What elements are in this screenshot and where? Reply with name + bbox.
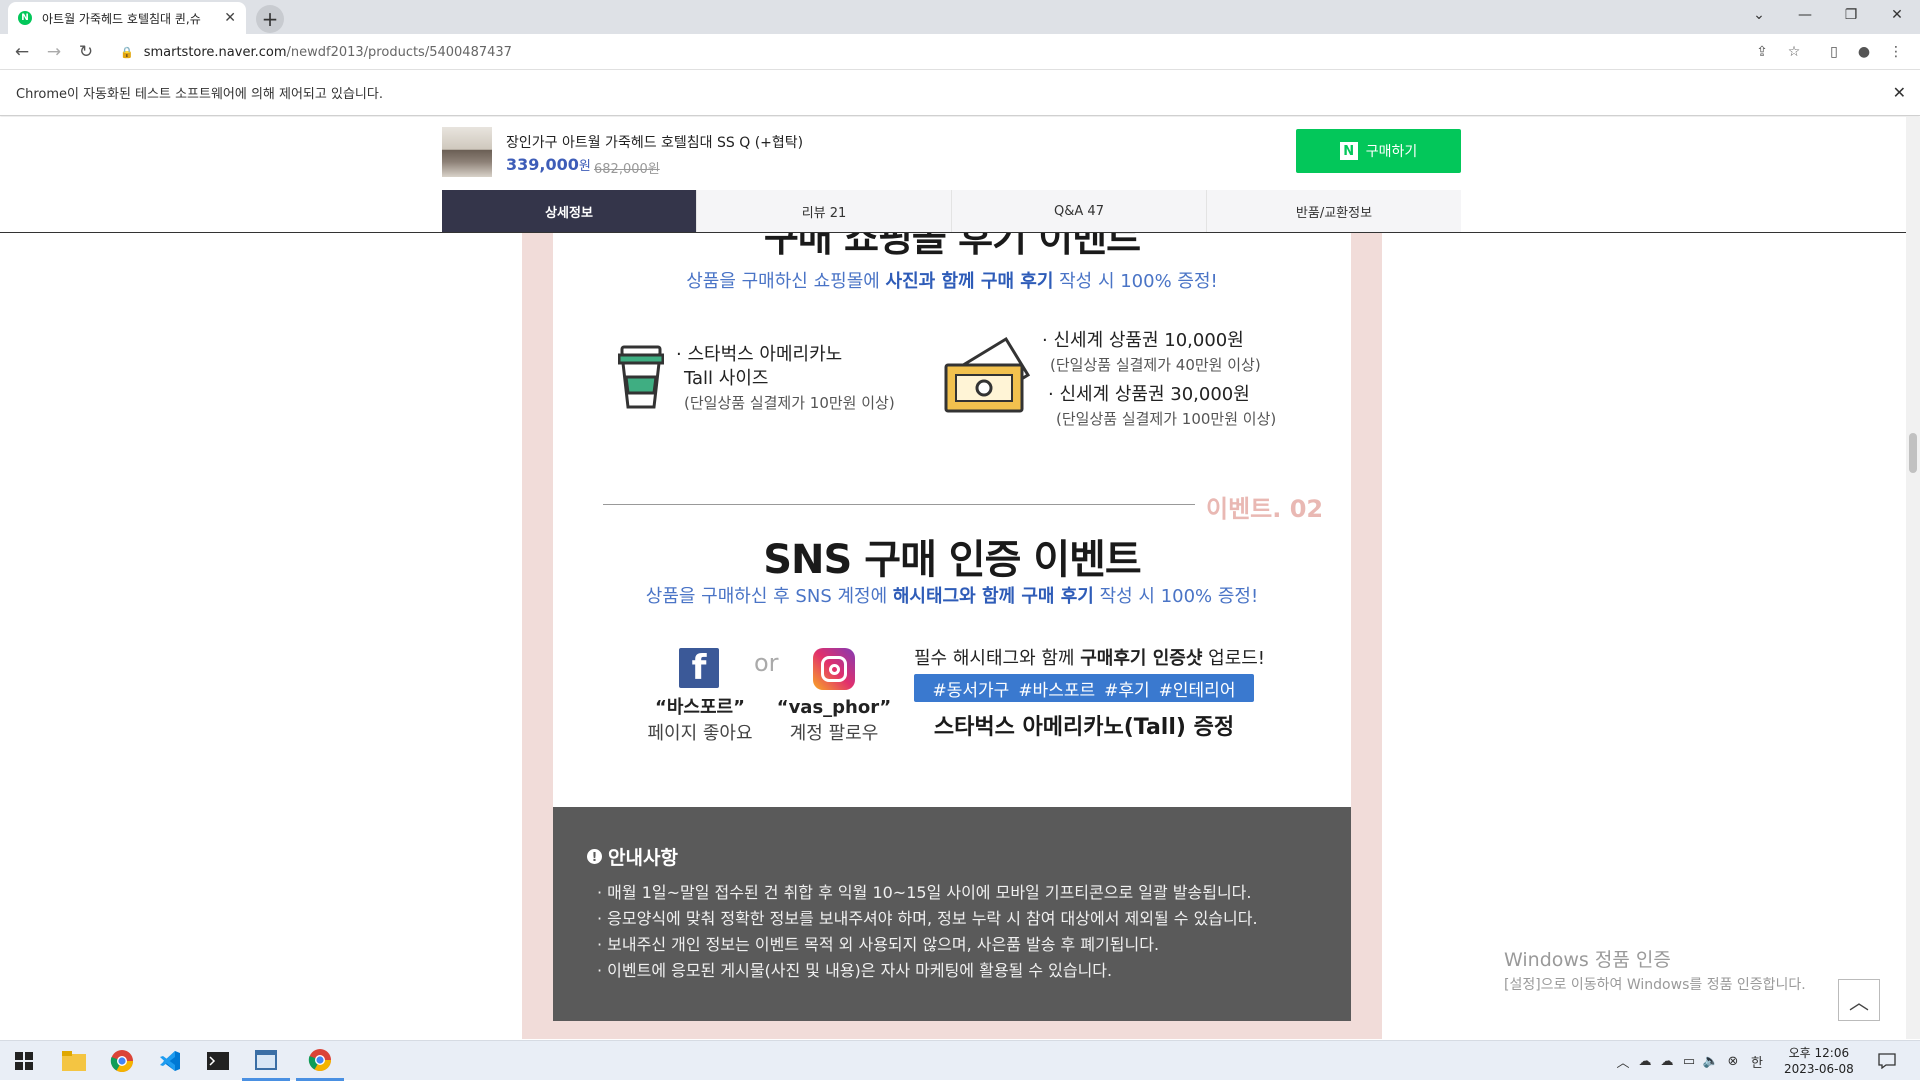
hashtag: #인테리어 [1158,680,1236,701]
info-icon: ! [587,849,602,864]
url-path: /newdf2013/products/5400487437 [286,44,512,60]
taskbar-clock[interactable]: 오후 12:06 2023-06-08 [1784,1045,1854,1077]
restore-button[interactable]: ❐ [1828,0,1874,30]
system-tray: ︿ ☁ ☁ ▭ 🔈 ⊗ 한 [1612,1041,1770,1081]
facebook-icon: f [679,648,719,688]
chrome-icon[interactable] [98,1041,146,1081]
vscode-icon[interactable] [146,1041,194,1081]
reload-button[interactable]: ↻ [74,40,98,64]
windows-taskbar: ︿ ☁ ☁ ▭ 🔈 ⊗ 한 오후 12:06 2023-06-08 [0,1040,1920,1081]
url-domain: smartstore.naver.com [143,44,287,60]
product-price: 339,000원 [506,155,591,174]
naver-favicon-icon: N [18,11,32,25]
hashtag: #동서가구 [932,680,1010,701]
tray-chevron-icon[interactable]: ︿ [1612,1052,1634,1071]
naver-pay-icon: N [1339,142,1358,160]
ime-indicator[interactable]: 한 [1744,1052,1770,1071]
sticky-product-header: 장인가구 아트월 가죽헤드 호텔침대 SS Q (+협탁) 339,000원 6… [0,117,1906,233]
reward-starbucks: · 스타벅스 아메리카노 Tall 사이즈 (단일상품 실결제가 10만원 이상… [676,344,895,412]
notification-icon[interactable] [1878,1041,1896,1081]
notice-item: 이벤트에 응모된 게시물(사진 및 내용)은 자사 마케팅에 활용될 수 있습니… [597,958,1351,984]
original-price: 682,000원 [594,162,660,177]
page-viewport: 구매 쇼핑몰 후기 이벤트 상품을 구매하신 쇼핑몰에 사진과 함께 구매 후기… [0,117,1906,1039]
network-icon[interactable]: ☁ [1634,1054,1656,1069]
section-divider [603,504,1195,505]
notice-box: !안내사항 매월 1일~말일 접수된 건 취합 후 익월 10~15일 사이에 … [553,807,1351,1021]
lock-icon: 🔒 [120,45,134,59]
browser-tab-active[interactable]: N 아트월 가죽헤드 호텔침대 퀸,슈 ✕ [8,2,246,34]
profile-avatar-icon[interactable]: ● [1854,42,1874,62]
buy-button-label: 구매하기 [1365,144,1418,160]
app-window-icon[interactable] [242,1041,290,1081]
tab-qna[interactable]: Q&A 47 [952,190,1207,232]
event1-subtitle: 상품을 구매하신 쇼핑몰에 사진과 함께 구매 후기 작성 시 100% 증정! [686,271,1218,292]
notice-item: 매월 1일~말일 접수된 건 취합 후 익월 10~15일 사이에 모바일 기프… [597,880,1351,906]
automation-infobar: Chrome이 자동화된 테스트 소프트웨어에 의해 제어되고 있습니다. ✕ [0,70,1920,116]
tab-close-icon[interactable]: ✕ [224,10,236,26]
volume-icon[interactable]: 🔈 [1700,1054,1722,1069]
instagram-label: “vas_phor” 계정 팔로우 [776,697,892,744]
back-button[interactable]: ← [10,40,34,64]
coffee-cup-icon [618,345,664,409]
gift-text: 스타벅스 아메리카노(Tall) 증정 [933,715,1235,740]
scrollbar-thumb[interactable] [1909,433,1917,473]
windows-start-icon[interactable] [0,1041,48,1081]
onedrive-icon[interactable]: ☁ [1656,1054,1678,1069]
minimize-button[interactable]: — [1782,0,1828,30]
gift-voucher-icon [944,336,1031,413]
chrome-active-icon[interactable] [296,1041,344,1081]
terminal-icon[interactable] [194,1041,242,1081]
bookmark-star-icon[interactable]: ☆ [1784,42,1804,62]
tab-search-icon[interactable]: ⌄ [1736,0,1782,30]
side-panel-icon[interactable]: ▯ [1824,42,1844,62]
menu-kebab-icon[interactable]: ⋮ [1886,42,1906,62]
hashtag: #후기 [1104,680,1150,701]
forward-button[interactable]: → [42,40,66,64]
scroll-to-top-button[interactable]: ︿ [1838,979,1880,1021]
infobar-close-icon[interactable]: ✕ [1893,83,1906,102]
hashtag-box: #동서가구 #바스포르 #후기 #인테리어 [914,674,1254,702]
tab-detail-info[interactable]: 상세정보 [442,190,697,232]
event2-tag: 이벤트. 02 [1206,495,1324,523]
page-scrollbar[interactable] [1906,117,1920,1039]
event2-heading: SNS 구매 인증 이벤트 [763,537,1141,583]
tab-reviews[interactable]: 리뷰 21 [697,190,952,232]
detail-tabs: 상세정보 리뷰 21 Q&A 47 반품/교환정보 [442,190,1461,232]
new-tab-button[interactable]: + [256,5,284,33]
file-explorer-icon[interactable] [50,1041,98,1081]
display-icon[interactable]: ▭ [1678,1054,1700,1069]
close-window-button[interactable]: ✕ [1874,0,1920,30]
hashtag: #바스포르 [1018,680,1096,701]
buy-button[interactable]: N 구매하기 [1296,129,1461,173]
browser-tab-strip: N 아트월 가죽헤드 호텔침대 퀸,슈 ✕ + ⌄ — ❐ ✕ [0,0,1920,34]
infobar-text: Chrome이 자동화된 테스트 소프트웨어에 의해 제어되고 있습니다. [16,87,383,102]
tab-title: 아트월 가죽헤드 호텔침대 퀸,슈 [42,11,201,26]
hashtag-instruction: 필수 해시태그와 함께 구매후기 인증샷 업로드! [914,648,1266,669]
notice-item: 응모양식에 맞춰 정확한 정보를 보내주셔야 하며, 정보 누락 시 참여 대상… [597,906,1351,932]
facebook-label: “바스포르” 페이지 좋아요 [647,697,753,744]
tab-return-exchange[interactable]: 반품/교환정보 [1207,190,1461,232]
instagram-icon [813,648,855,690]
product-name: 장인가구 아트월 가죽헤드 호텔침대 SS Q (+협탁) [506,135,804,151]
address-bar[interactable]: 🔒 smartstore.naver.com/newdf2013/product… [108,38,1888,66]
share-icon[interactable]: ⇪ [1752,42,1772,62]
or-text: or [754,649,779,677]
product-thumbnail[interactable] [442,127,492,177]
browser-toolbar: ← → ↻ 🔒 smartstore.naver.com/newdf2013/p… [0,34,1920,70]
reward-shinsegae: · 신세계 상품권 10,000원 (단일상품 실결제가 40만원 이상) · … [1042,330,1277,428]
mute-status-icon[interactable]: ⊗ [1722,1054,1744,1069]
notice-title: ! 안내사항 [587,843,1351,870]
event2-subtitle: 상품을 구매하신 후 SNS 계정에 해시태그와 함께 구매 후기 작성 시 1… [645,586,1259,607]
windows-activation-watermark: Windows 정품 인증 [설정]으로 이동하여 Windows를 정품 인증… [1504,949,1806,993]
notice-item: 보내주신 개인 정보는 이벤트 목적 외 사용되지 않으며, 사은품 발송 후 … [597,932,1351,958]
